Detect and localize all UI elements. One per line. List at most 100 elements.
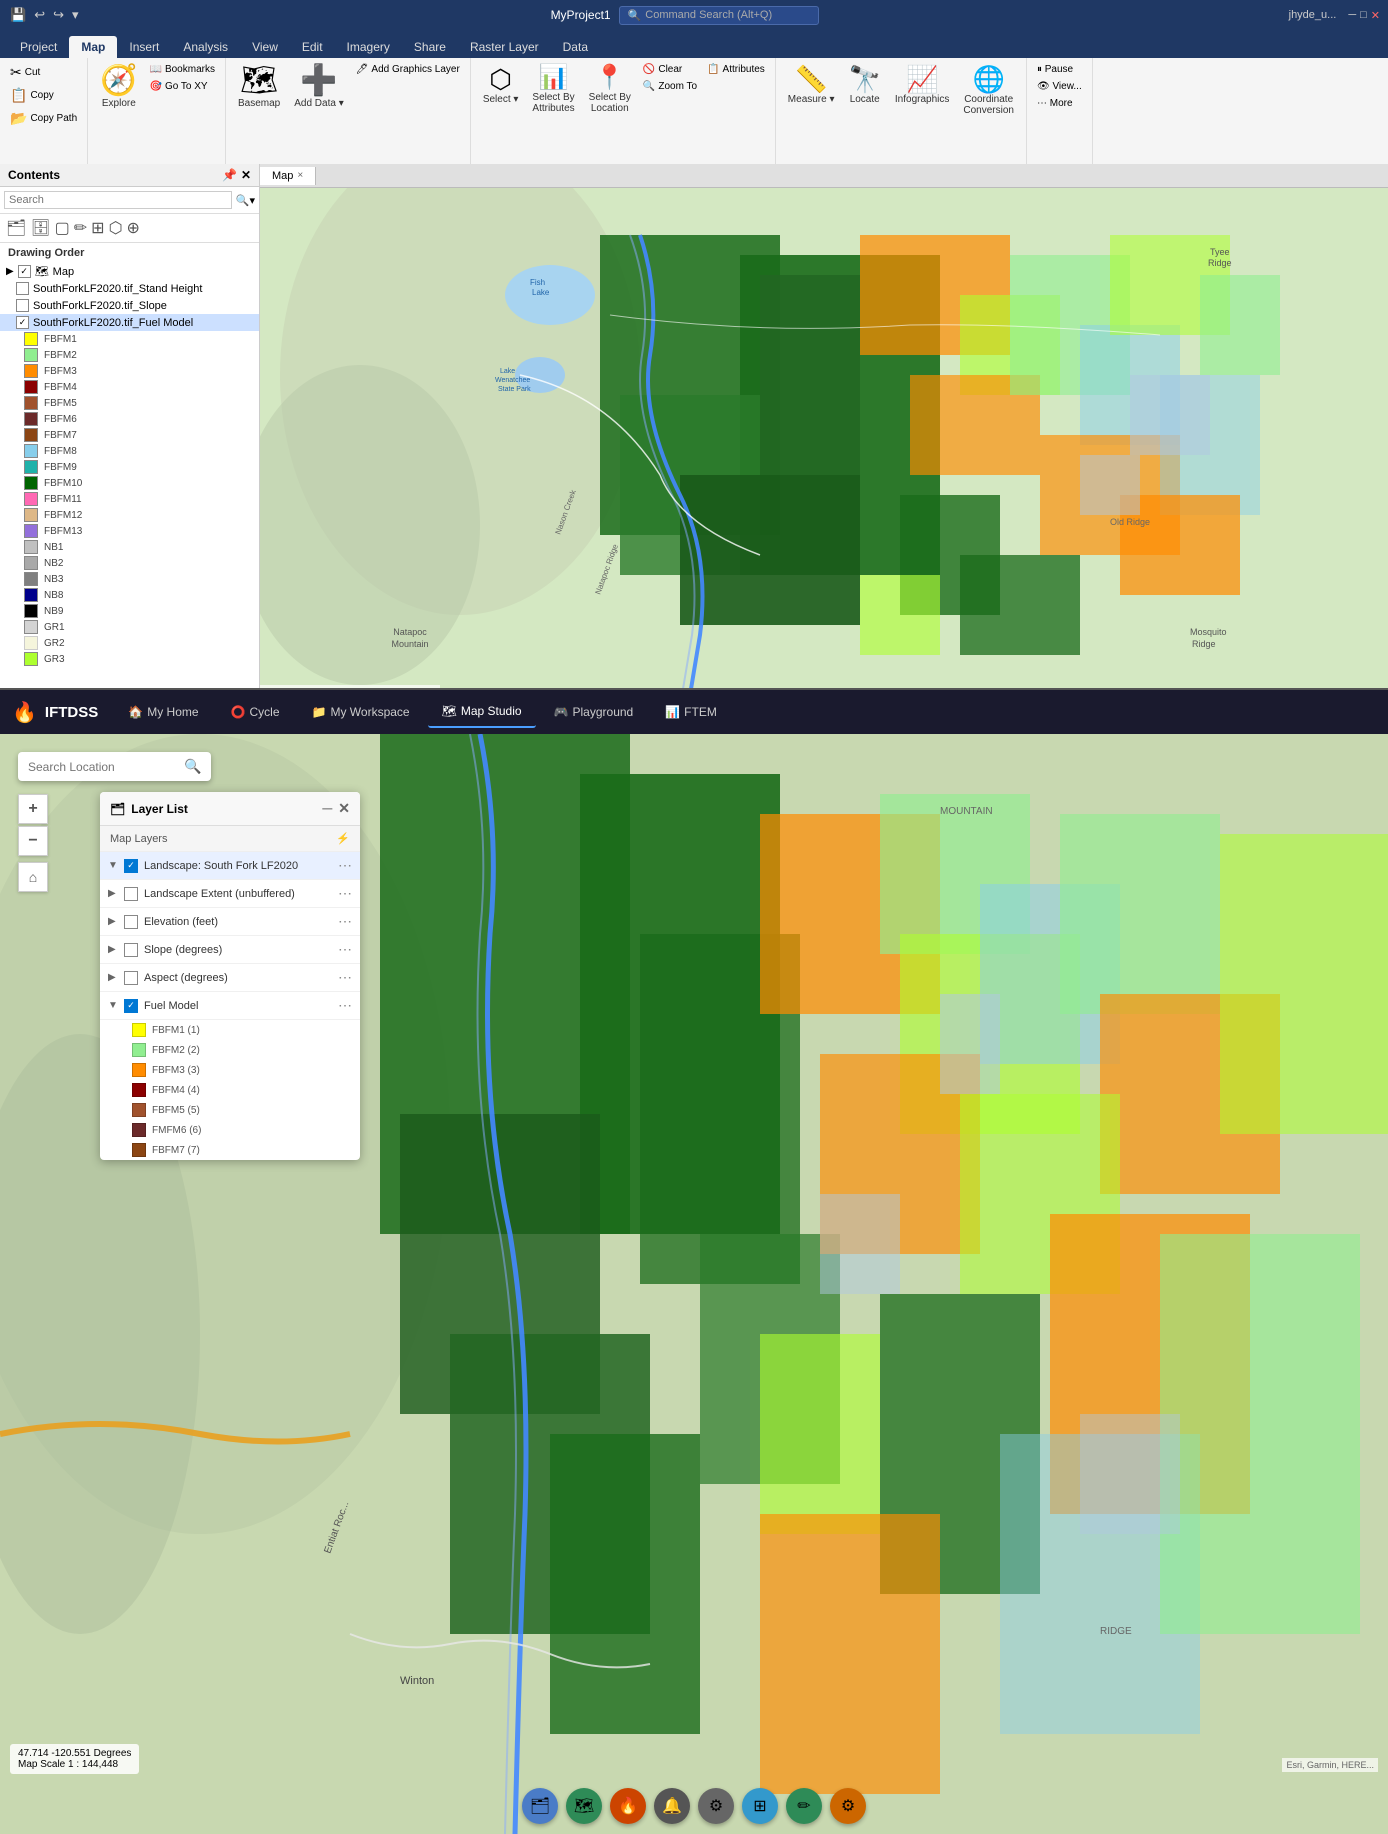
db-tool[interactable]: 🗄: [30, 218, 50, 238]
bookmarks-button[interactable]: 📖 Bookmarks: [146, 62, 219, 77]
layer-row-extent[interactable]: ▶ Landscape Extent (unbuffered) ⋯: [100, 880, 360, 908]
arcgis-map-canvas[interactable]: Fish Lake Lake Wenatchee State Park: [260, 188, 1388, 688]
polygon-tool[interactable]: ⬡: [109, 218, 123, 238]
map-studio-area[interactable]: Entiat Roc... MOUNTAIN RIDGE Winton 🔍 + …: [0, 734, 1388, 1834]
add-data-button[interactable]: ➕ Add Data ▾: [288, 62, 350, 113]
search-location-icon[interactable]: 🔍: [184, 758, 201, 775]
contents-search-input[interactable]: [4, 191, 232, 209]
tab-analysis[interactable]: Analysis: [171, 36, 240, 58]
slope-more[interactable]: ⋯: [338, 941, 352, 958]
landscape-checkbox[interactable]: ✓: [124, 859, 138, 873]
layer-row-landscape[interactable]: ▼ ✓ Landscape: South Fork LF2020 ⋯: [100, 852, 360, 880]
aspect-checkbox[interactable]: [124, 971, 138, 985]
explore-button[interactable]: 🧭 Explore: [94, 62, 143, 113]
toolbar-config-btn[interactable]: ⚙: [830, 1788, 866, 1824]
cut-button[interactable]: ✂ Cut: [6, 62, 81, 83]
dropdown-btn[interactable]: ▾: [70, 5, 81, 25]
toolbar-edit-btn[interactable]: ✏: [786, 1788, 822, 1824]
expand-map[interactable]: ▶: [6, 266, 14, 277]
nav-playground[interactable]: 🎮 Playground: [540, 697, 648, 727]
extent-more[interactable]: ⋯: [338, 885, 352, 902]
zoom-in-btn[interactable]: +: [18, 794, 48, 824]
more-button[interactable]: ⋯ More: [1033, 96, 1086, 111]
map-checkbox[interactable]: ✓: [18, 265, 31, 278]
map-tab-close[interactable]: ×: [297, 170, 303, 181]
elevation-checkbox[interactable]: [124, 915, 138, 929]
view-button[interactable]: 👁 View...: [1033, 79, 1086, 94]
select-tool[interactable]: ▢: [55, 218, 70, 238]
layer-row-slope[interactable]: ▶ Slope (degrees) ⋯: [100, 936, 360, 964]
contents-pin-btn[interactable]: 📌: [222, 168, 237, 182]
locate-button[interactable]: 🔭 Locate: [843, 62, 887, 109]
layer-tool[interactable]: 🗂: [6, 218, 26, 238]
layer-row-elevation[interactable]: ▶ Elevation (feet) ⋯: [100, 908, 360, 936]
fuel-model-more[interactable]: ⋯: [338, 997, 352, 1014]
filter-icon[interactable]: ⚡: [336, 832, 350, 845]
nav-map-studio[interactable]: 🗺 Map Studio: [428, 696, 536, 728]
expand-extent[interactable]: ▶: [108, 888, 118, 899]
layer-list-minimize[interactable]: ─: [322, 800, 332, 817]
expand-landscape[interactable]: ▼: [108, 860, 118, 871]
tab-edit[interactable]: Edit: [290, 36, 335, 58]
nav-ftem[interactable]: 📊 FTEM: [651, 697, 731, 727]
layer-list-close[interactable]: ✕: [338, 800, 350, 817]
nav-workspace[interactable]: 📁 My Workspace: [298, 697, 424, 727]
expand-fuel-model[interactable]: ▼: [108, 1000, 118, 1011]
extent-checkbox[interactable]: [124, 887, 138, 901]
basemap-button[interactable]: 🗺 Basemap: [232, 62, 286, 113]
landscape-more[interactable]: ⋯: [338, 857, 352, 874]
tab-share[interactable]: Share: [402, 36, 458, 58]
home-location-btn[interactable]: ⌂: [18, 862, 48, 892]
select-by-attributes-button[interactable]: 📊 Select ByAttributes: [526, 62, 580, 118]
goto-xy-button[interactable]: 🎯 Go To XY: [146, 79, 219, 94]
dropdown-arrow[interactable]: ▾: [249, 194, 255, 207]
pause-button[interactable]: ⏸ Pause: [1033, 62, 1086, 77]
layer-item-slope[interactable]: SouthForkLF2020.tif_Slope: [0, 297, 259, 314]
layer-row-fuel-model[interactable]: ▼ ✓ Fuel Model ⋯: [100, 992, 360, 1020]
close-btn[interactable]: ✕: [1371, 9, 1380, 22]
toolbar-fire-btn[interactable]: 🔥: [610, 1788, 646, 1824]
layer-item-stand-height[interactable]: SouthForkLF2020.tif_Stand Height: [0, 280, 259, 297]
slope-deg-checkbox[interactable]: [124, 943, 138, 957]
tab-imagery[interactable]: Imagery: [335, 36, 402, 58]
save-btn[interactable]: 💾: [8, 5, 28, 25]
fuel-model-checkbox[interactable]: ✓: [16, 316, 29, 329]
add-graphics-layer-button[interactable]: 🖊 Add Graphics Layer: [352, 62, 464, 77]
undo-btn[interactable]: ↩: [32, 5, 47, 25]
toolbar-map-btn[interactable]: 🗺: [566, 1788, 602, 1824]
tab-project[interactable]: Project: [8, 36, 69, 58]
tab-view[interactable]: View: [240, 36, 290, 58]
clear-button[interactable]: 🚫 Clear: [639, 62, 701, 77]
edit-tool[interactable]: ✏: [74, 218, 87, 238]
command-search-box[interactable]: 🔍 Command Search (Alt+Q): [619, 6, 819, 25]
select-button[interactable]: ⬡ Select ▾: [477, 62, 525, 109]
toolbar-layers-btn[interactable]: 🗂: [522, 1788, 558, 1824]
fuel-model-iftdss-checkbox[interactable]: ✓: [124, 999, 138, 1013]
expand-aspect[interactable]: ▶: [108, 972, 118, 983]
tab-insert[interactable]: Insert: [117, 36, 171, 58]
select-by-location-button[interactable]: 📍 Select ByLocation: [583, 62, 637, 118]
layer-row-aspect[interactable]: ▶ Aspect (degrees) ⋯: [100, 964, 360, 992]
redo-btn[interactable]: ↪: [51, 5, 66, 25]
layer-item-fuel-model[interactable]: ✓ SouthForkLF2020.tif_Fuel Model: [0, 314, 259, 331]
grid-tool[interactable]: ⊞: [91, 218, 104, 238]
aspect-more[interactable]: ⋯: [338, 969, 352, 986]
tab-raster-layer[interactable]: Raster Layer: [458, 36, 551, 58]
infographics-button[interactable]: 📈 Infographics: [889, 62, 955, 109]
nav-cycle[interactable]: ⭕ Cycle: [217, 697, 294, 727]
attributes-button[interactable]: 📋 Attributes: [703, 62, 769, 77]
zoom-to-button[interactable]: 🔍 Zoom To: [639, 79, 701, 94]
coordinate-conversion-button[interactable]: 🌐 CoordinateConversion: [957, 62, 1020, 120]
elevation-more[interactable]: ⋯: [338, 913, 352, 930]
slope-checkbox[interactable]: [16, 299, 29, 312]
expand-slope[interactable]: ▶: [108, 944, 118, 955]
toolbar-settings-btn[interactable]: ⚙: [698, 1788, 734, 1824]
map-tab[interactable]: Map ×: [260, 167, 316, 185]
toolbar-grid-btn[interactable]: ⊞: [742, 1788, 778, 1824]
measure-button[interactable]: 📏 Measure ▾: [782, 62, 841, 109]
maximize-btn[interactable]: □: [1360, 9, 1367, 21]
tab-map[interactable]: Map: [69, 36, 117, 58]
toolbar-bell-btn[interactable]: 🔔: [654, 1788, 690, 1824]
copy-button[interactable]: 📋 Copy: [6, 85, 81, 106]
tab-data[interactable]: Data: [551, 36, 600, 58]
